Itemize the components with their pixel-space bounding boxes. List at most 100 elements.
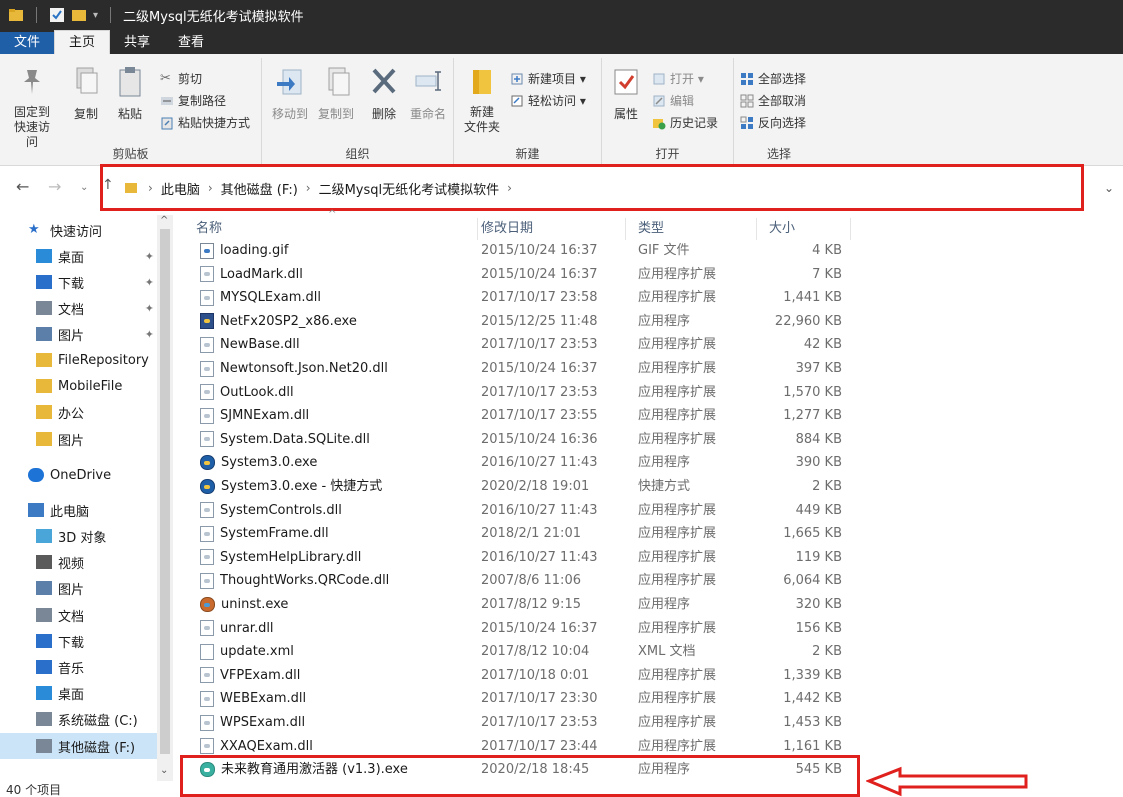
file-row[interactable]: update.xml 2017/8/12 10:04 XML 文档 2 KB	[182, 640, 1123, 664]
forward-arrow-icon[interactable]: →	[48, 177, 61, 196]
file-name: NetFx20SP2_x86.exe	[220, 313, 357, 329]
history-icon	[653, 118, 666, 129]
file-type: 应用程序扩展	[638, 408, 717, 424]
easy-access-button[interactable]: 轻松访问 ▾	[510, 92, 586, 109]
column-header-type[interactable]: 类型	[626, 218, 757, 240]
sidebar-item[interactable]: OneDrive	[0, 462, 172, 488]
move-to-label: 移动到	[271, 107, 308, 121]
pin-icon[interactable]: ✦	[145, 276, 154, 289]
sidebar-item[interactable]: 桌面	[0, 680, 172, 706]
column-header-size[interactable]: 大小	[757, 218, 851, 240]
pin-icon[interactable]: ✦	[145, 328, 154, 341]
sidebar-item[interactable]: 办公	[0, 399, 172, 425]
file-type: 应用程序扩展	[638, 667, 717, 683]
picture-icon	[36, 581, 52, 595]
pin-icon[interactable]: ✦	[145, 250, 154, 263]
properties-check-icon[interactable]	[49, 7, 65, 23]
file-row[interactable]: System3.0.exe 2016/10/27 11:43 应用程序 390 KB	[182, 451, 1123, 475]
file-row[interactable]: WPSExam.dll 2017/10/17 23:53 应用程序扩展 1,453 K…	[182, 711, 1123, 735]
file-size: 4 KB	[812, 243, 842, 258]
edit-button[interactable]: 编辑	[652, 92, 694, 109]
file-size: 7 KB	[812, 266, 842, 282]
file-row[interactable]: LoadMark.dll 2015/10/24 16:37 应用程序扩展 7 KB	[182, 263, 1123, 287]
file-row[interactable]: MYSQLExam.dll 2017/10/17 23:58 应用程序扩展 1,441…	[182, 286, 1123, 310]
invert-selection-button[interactable]: 反向选择	[740, 114, 806, 131]
pin-icon[interactable]: ✦	[145, 302, 154, 315]
sidebar-item[interactable]: 下载	[0, 628, 172, 654]
open-button[interactable]: 打开 ▾	[652, 70, 704, 87]
pin-to-quick-access-button[interactable]: 固定到 快速访问	[10, 64, 54, 150]
window-title: 二级Mysql无纸化考试模拟软件	[123, 9, 304, 25]
rename-button[interactable]: 重命名	[406, 64, 450, 122]
tab-home[interactable]: 主页	[54, 30, 111, 54]
scroll-down-icon[interactable]: ⌄	[160, 765, 168, 776]
copy-button[interactable]: 复制	[68, 64, 104, 122]
file-row[interactable]: OutLook.dll 2017/10/17 23:53 应用程序扩展 1,570 K…	[182, 381, 1123, 405]
paste-label: 粘贴	[117, 107, 142, 121]
column-header-name[interactable]: 名称	[184, 218, 478, 240]
tab-file[interactable]: 文件	[0, 32, 55, 54]
customize-quick-access-icon[interactable]: ▾	[93, 10, 98, 21]
navigation-scrollbar[interactable]: ^ ⌄	[157, 215, 173, 781]
history-button[interactable]: 历史记录	[652, 114, 718, 131]
file-row[interactable]: unrar.dll 2015/10/24 16:37 应用程序扩展 156 KB	[182, 617, 1123, 641]
file-row[interactable]: SystemControls.dll 2016/10/27 11:43 应用程序扩展…	[182, 499, 1123, 523]
column-header-date[interactable]: 修改日期	[469, 218, 626, 240]
sidebar-item[interactable]: 3D 对象	[0, 523, 172, 549]
sidebar-item[interactable]: MobileFile	[0, 373, 172, 399]
file-row[interactable]: SJMNExam.dll 2017/10/17 23:55 应用程序扩展 1,277 …	[182, 404, 1123, 428]
sidebar-item[interactable]: 图片 ✦	[0, 321, 172, 347]
sidebar-item[interactable]: 图片	[0, 575, 172, 601]
address-dropdown-icon[interactable]: ⌄	[1104, 181, 1114, 195]
sidebar-item[interactable]: ★ 快速访问	[0, 217, 172, 243]
recent-locations-chevron-icon[interactable]: ⌄	[80, 182, 88, 193]
sidebar-item[interactable]: 音乐	[0, 654, 172, 680]
file-row[interactable]: WEBExam.dll 2017/10/17 23:30 应用程序扩展 1,442 K…	[182, 687, 1123, 711]
file-row[interactable]: System.Data.SQLite.dll 2015/10/24 16:36 应用…	[182, 428, 1123, 452]
back-arrow-icon[interactable]: ←	[16, 177, 29, 196]
sidebar-item[interactable]: 桌面 ✦	[0, 243, 172, 269]
file-type: 应用程序扩展	[638, 620, 717, 636]
file-row[interactable]: NewBase.dll 2017/10/17 23:53 应用程序扩展 42 KB	[182, 333, 1123, 357]
sidebar-item[interactable]: 图片	[0, 426, 172, 452]
sidebar-item[interactable]: 其他磁盘 (F:)	[0, 733, 172, 759]
scroll-up-icon[interactable]: ^	[160, 215, 168, 226]
new-item-button[interactable]: 新建项目 ▾	[510, 70, 586, 87]
paste-shortcut-button[interactable]: 粘贴快捷方式	[160, 114, 250, 131]
scrollbar-thumb[interactable]	[160, 229, 170, 754]
select-all-button[interactable]: 全部选择	[740, 70, 806, 87]
sidebar-item[interactable]: 视频	[0, 549, 172, 575]
file-date: 2015/10/24 16:37	[481, 620, 598, 636]
tab-view[interactable]: 查看	[164, 32, 218, 54]
copy-to-icon	[328, 67, 350, 96]
sidebar-item[interactable]: FileRepository	[0, 347, 172, 373]
file-row[interactable]: uninst.exe 2017/8/12 9:15 应用程序 320 KB	[182, 593, 1123, 617]
sidebar-item[interactable]: 系统磁盘 (C:)	[0, 706, 172, 732]
sidebar-item[interactable]: 下载 ✦	[0, 269, 172, 295]
tab-share[interactable]: 共享	[110, 32, 164, 54]
sidebar-item[interactable]: 文档 ✦	[0, 295, 172, 321]
uninstaller-icon	[200, 597, 215, 612]
new-folder-button[interactable]: 新建 文件夹	[460, 64, 504, 135]
cut-button[interactable]: ✂ 剪切	[160, 70, 202, 87]
copy-to-button[interactable]: 复制到	[314, 64, 358, 122]
file-row[interactable]: VFPExam.dll 2017/10/18 0:01 应用程序扩展 1,339 KB	[182, 664, 1123, 688]
properties-button[interactable]: 属性	[606, 64, 646, 122]
sidebar-item[interactable]: 文档	[0, 602, 172, 628]
delete-button[interactable]: 删除	[366, 64, 402, 122]
file-row[interactable]: SystemHelpLibrary.dll 2016/10/27 11:43 应用程…	[182, 546, 1123, 570]
file-row[interactable]: SystemFrame.dll 2018/2/1 21:01 应用程序扩展 1,665…	[182, 522, 1123, 546]
file-row[interactable]: Newtonsoft.Json.Net20.dll 2015/10/24 16:3…	[182, 357, 1123, 381]
file-row[interactable]: NetFx20SP2_x86.exe 2015/12/25 11:48 应用程序 22…	[182, 310, 1123, 334]
file-row[interactable]: ThoughtWorks.QRCode.dll 2007/8/6 11:06 应用程…	[182, 569, 1123, 593]
new-item-label: 新建项目 ▾	[528, 72, 586, 86]
paste-button[interactable]: 粘贴	[110, 64, 150, 122]
file-row[interactable]: System3.0.exe - 快捷方式 2020/2/18 19:01 快捷方式 2…	[182, 475, 1123, 499]
file-row[interactable]: loading.gif 2015/10/24 16:37 GIF 文件 4 KB	[182, 239, 1123, 263]
sidebar-item[interactable]: 此电脑	[0, 497, 172, 523]
file-size: 449 KB	[795, 502, 842, 518]
select-none-button[interactable]: 全部取消	[740, 92, 806, 109]
copy-path-button[interactable]: 复制路径	[160, 92, 226, 109]
new-folder-icon[interactable]	[71, 7, 87, 23]
move-to-button[interactable]: 移动到	[268, 64, 312, 122]
